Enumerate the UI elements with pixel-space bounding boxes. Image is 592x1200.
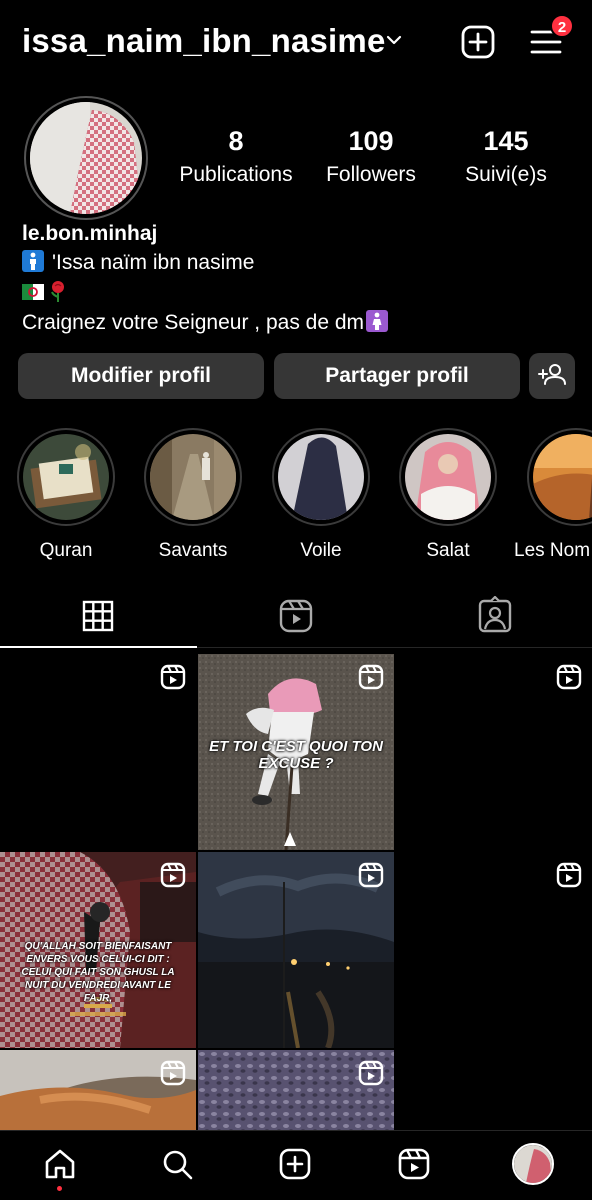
tagged-icon[interactable] xyxy=(475,596,515,636)
stat-label: Publications xyxy=(179,163,293,186)
highlight-image xyxy=(150,434,236,520)
edit-profile-button[interactable]: Modifier profil xyxy=(18,353,264,399)
username-title[interactable]: issa_naim_ibn_nasime xyxy=(22,22,386,60)
post-3[interactable] xyxy=(396,654,592,850)
followers-count[interactable]: 109 Followers xyxy=(301,126,441,187)
reel-icon xyxy=(358,664,384,690)
profile-handle: le.bon.minhaj xyxy=(22,222,158,245)
highlight-label: Savants xyxy=(158,540,228,561)
post-2[interactable]: ET TOI C'EST QUOI TON EXCUSE ? xyxy=(198,654,394,850)
stat-value: 109 xyxy=(348,126,394,156)
bio-line-1: 'Issa naïm ibn nasime xyxy=(22,248,582,278)
share-profile-button[interactable]: Partager profil xyxy=(274,353,520,399)
stat-label: Suivi(e)s xyxy=(465,163,547,186)
tab-divider xyxy=(197,647,592,648)
reel-icon xyxy=(160,862,186,888)
highlight-salat[interactable]: Salat xyxy=(398,428,498,562)
bio-line-2 xyxy=(22,278,582,308)
post-1[interactable] xyxy=(0,654,196,850)
profile-avatar[interactable] xyxy=(24,96,148,220)
following-count[interactable]: 145 Suivi(e)s xyxy=(436,126,576,187)
new-post-icon[interactable] xyxy=(460,24,496,60)
reel-icon xyxy=(358,1060,384,1086)
bio-line-3: Craignez votre Seigneur , pas de dm xyxy=(22,308,582,338)
highlight-label: Quran xyxy=(39,540,93,561)
stat-value: 8 xyxy=(228,126,244,156)
post-caption-overlay: QU'ALLAH SOIT BIENFAISANT ENVERS VOUS CE… xyxy=(21,941,175,1004)
stat-value: 145 xyxy=(483,126,529,156)
avatar-image xyxy=(514,1145,552,1183)
profile-avatar[interactable] xyxy=(512,1143,554,1185)
post-5[interactable] xyxy=(198,852,394,1048)
highlight-image xyxy=(405,434,491,520)
create-icon[interactable] xyxy=(277,1146,313,1182)
highlight-image xyxy=(278,434,364,520)
highlight-label: Salat xyxy=(426,540,470,561)
highlight-image xyxy=(533,434,592,520)
profile-bio: le.bon.minhaj 'Issa naïm ibn nasime Crai… xyxy=(22,220,582,338)
search-icon[interactable] xyxy=(159,1146,195,1182)
top-bar: issa_naim_ibn_nasime 2 xyxy=(0,0,592,84)
highlight-quran[interactable]: Quran xyxy=(16,428,116,562)
highlight-image xyxy=(23,434,109,520)
post-caption-overlay: ET TOI C'EST QUOI TON EXCUSE ? xyxy=(209,738,383,772)
grid-icon[interactable] xyxy=(78,596,118,636)
highlight-label: Voile xyxy=(300,540,342,561)
man-emoji-icon xyxy=(22,250,44,272)
highlight-label: Les Nom xyxy=(514,540,591,561)
reel-icon xyxy=(160,1060,186,1086)
post-4[interactable]: QU'ALLAH SOIT BIENFAISANT ENVERS VOUS CE… xyxy=(0,852,196,1048)
reels-tab-icon[interactable] xyxy=(276,596,316,636)
reels-icon[interactable] xyxy=(396,1146,432,1182)
discover-people-button[interactable] xyxy=(529,353,575,399)
avatar-image xyxy=(30,102,142,214)
woman-emoji-icon xyxy=(366,310,389,332)
reel-icon xyxy=(556,862,582,888)
highlight-savants[interactable]: Savants xyxy=(143,428,243,562)
reel-icon xyxy=(556,664,582,690)
highlight-voile[interactable]: Voile xyxy=(271,428,371,562)
reel-icon xyxy=(160,664,186,690)
chevron-down-icon[interactable] xyxy=(384,30,404,50)
reel-icon xyxy=(358,862,384,888)
bio-name: 'Issa naïm ibn nasime xyxy=(52,251,255,274)
post-6[interactable] xyxy=(396,852,592,1048)
notification-badge: 2 xyxy=(550,14,574,38)
algeria-flag-icon xyxy=(22,284,44,300)
highlight-les-nom[interactable]: Les Nom xyxy=(514,428,592,562)
home-notification-dot xyxy=(57,1186,62,1191)
active-tab-indicator xyxy=(0,646,197,648)
posts-count[interactable]: 8 Publications xyxy=(166,126,306,187)
home-icon[interactable] xyxy=(42,1146,78,1182)
stat-label: Followers xyxy=(326,163,416,186)
add-person-icon xyxy=(538,364,566,385)
bio-quote: Craignez votre Seigneur , pas de dm xyxy=(22,311,365,334)
rose-icon xyxy=(48,280,68,302)
